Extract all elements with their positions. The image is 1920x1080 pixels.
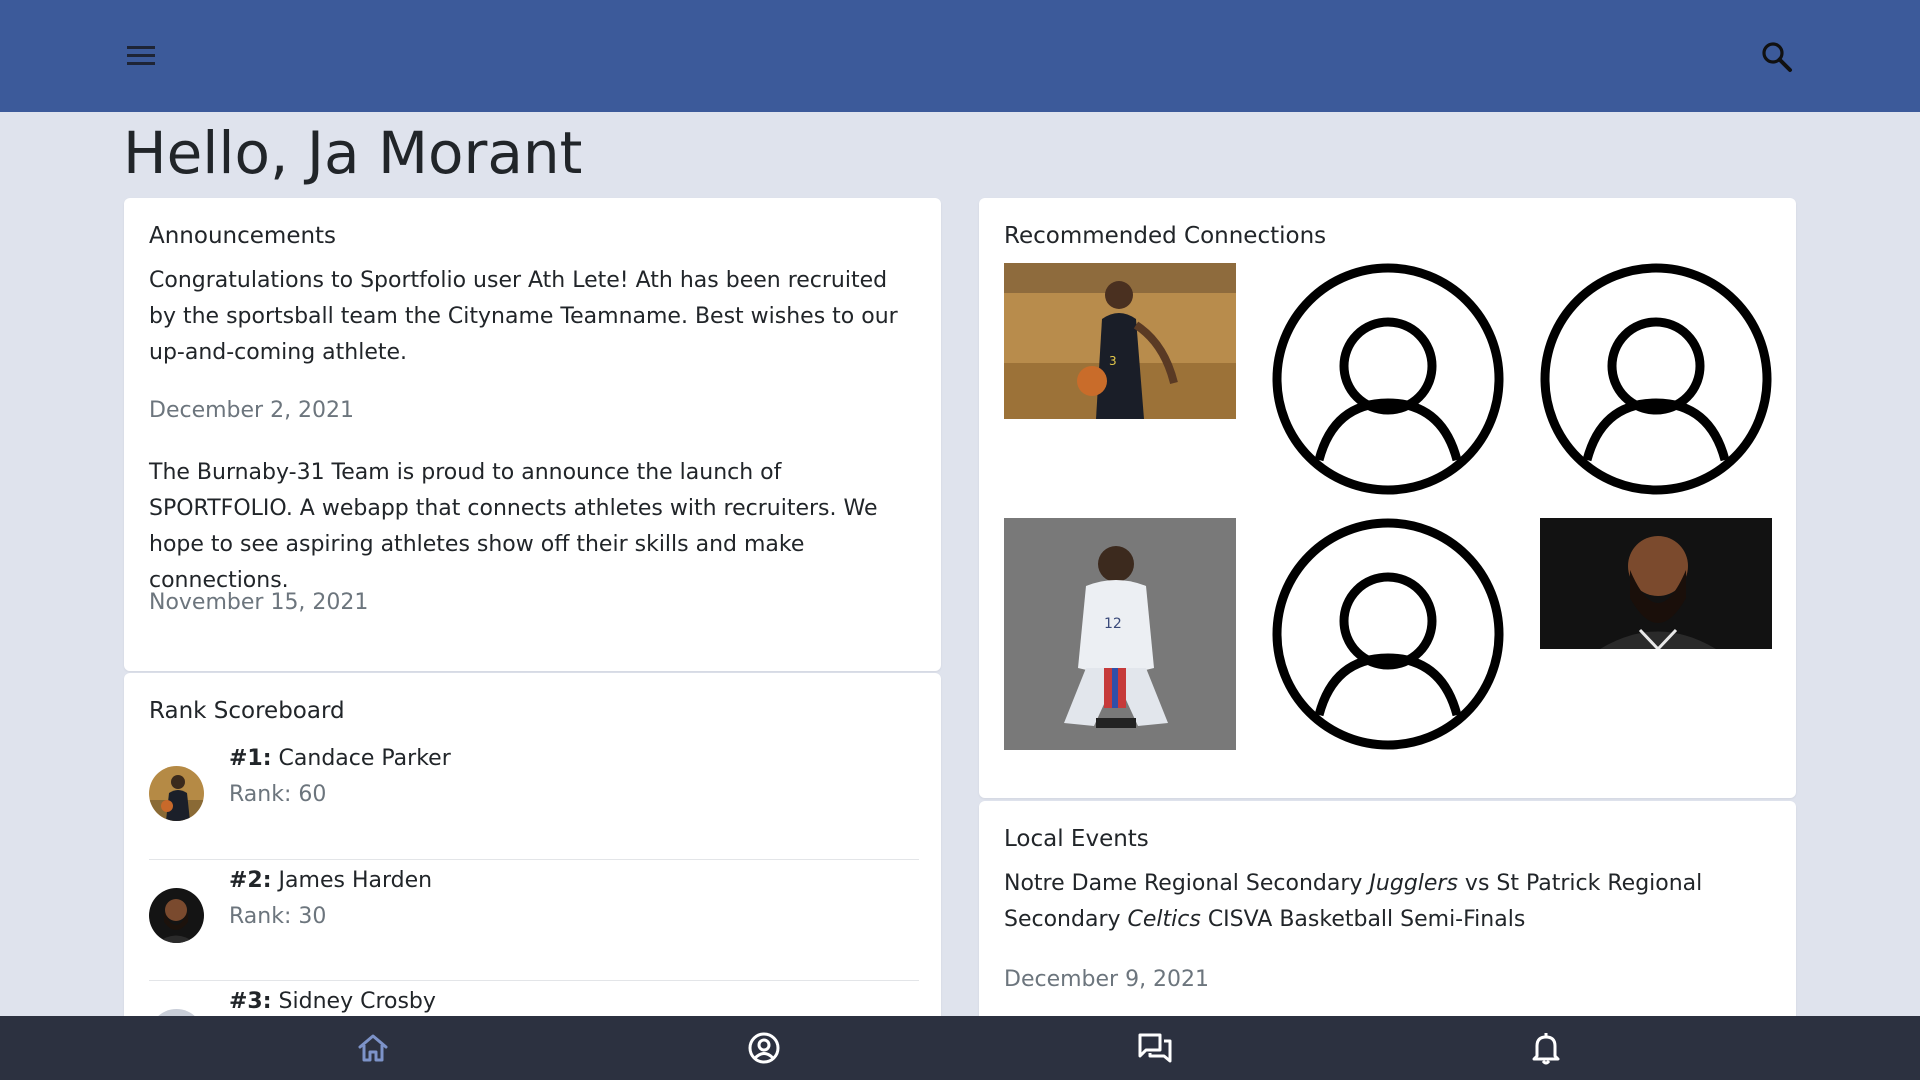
avatar (149, 888, 204, 943)
connections-title: Recommended Connections (1004, 223, 1327, 249)
event-date: December 9, 2021 (1004, 967, 1210, 992)
default-avatar-icon[interactable] (1272, 263, 1504, 495)
avatar (149, 766, 204, 821)
player-rank: Rank: 60 (229, 782, 327, 807)
announcement-text: Congratulations to Sportfolio user Ath L… (149, 268, 898, 365)
events-title: Local Events (1004, 826, 1149, 852)
connection-photo[interactable] (1540, 518, 1772, 652)
search-icon[interactable] (1760, 40, 1794, 74)
announcements-title: Announcements (149, 223, 337, 249)
event-text: Notre Dame Regional Secondary Jugglers v… (1004, 871, 1703, 932)
default-avatar-icon[interactable] (1540, 263, 1772, 495)
player-name: #1: Candace Parker (229, 746, 451, 771)
player-rank: Rank: 30 (229, 904, 327, 929)
announcement-date: December 2, 2021 (149, 398, 355, 423)
page-title: Hello, Ja Morant (123, 119, 583, 187)
profile-icon[interactable] (746, 1030, 782, 1066)
messages-icon[interactable] (1137, 1030, 1173, 1066)
announcement-date: November 15, 2021 (149, 590, 369, 615)
rank-scoreboard-card: Rank Scoreboard #1: Candace Parker Rank:… (124, 673, 941, 1073)
notifications-icon[interactable] (1528, 1030, 1564, 1066)
hamburger-menu-icon[interactable] (124, 42, 158, 70)
player-name: #3: Sidney Crosby (229, 989, 436, 1014)
svg-text:12: 12 (1104, 616, 1122, 632)
top-app-bar (0, 0, 1920, 112)
svg-text:3: 3 (1109, 354, 1117, 368)
home-icon[interactable] (355, 1030, 391, 1066)
announcements-card: Announcements Congratulations to Sportfo… (124, 198, 941, 671)
connection-photo[interactable]: 12 (1004, 518, 1236, 750)
recommended-connections-card: Recommended Connections 3 12 (979, 198, 1796, 798)
list-item[interactable]: #1: Candace Parker Rank: 60 (149, 738, 919, 859)
player-name: #2: James Harden (229, 868, 433, 893)
scoreboard-title: Rank Scoreboard (149, 698, 345, 724)
bottom-navigation (0, 1016, 1920, 1080)
default-avatar-icon[interactable] (1272, 518, 1504, 750)
connection-photo[interactable]: 3 (1004, 263, 1236, 419)
announcement-text: The Burnaby-31 Team is proud to announce… (149, 460, 878, 593)
list-item[interactable]: #2: James Harden Rank: 30 (149, 859, 919, 981)
